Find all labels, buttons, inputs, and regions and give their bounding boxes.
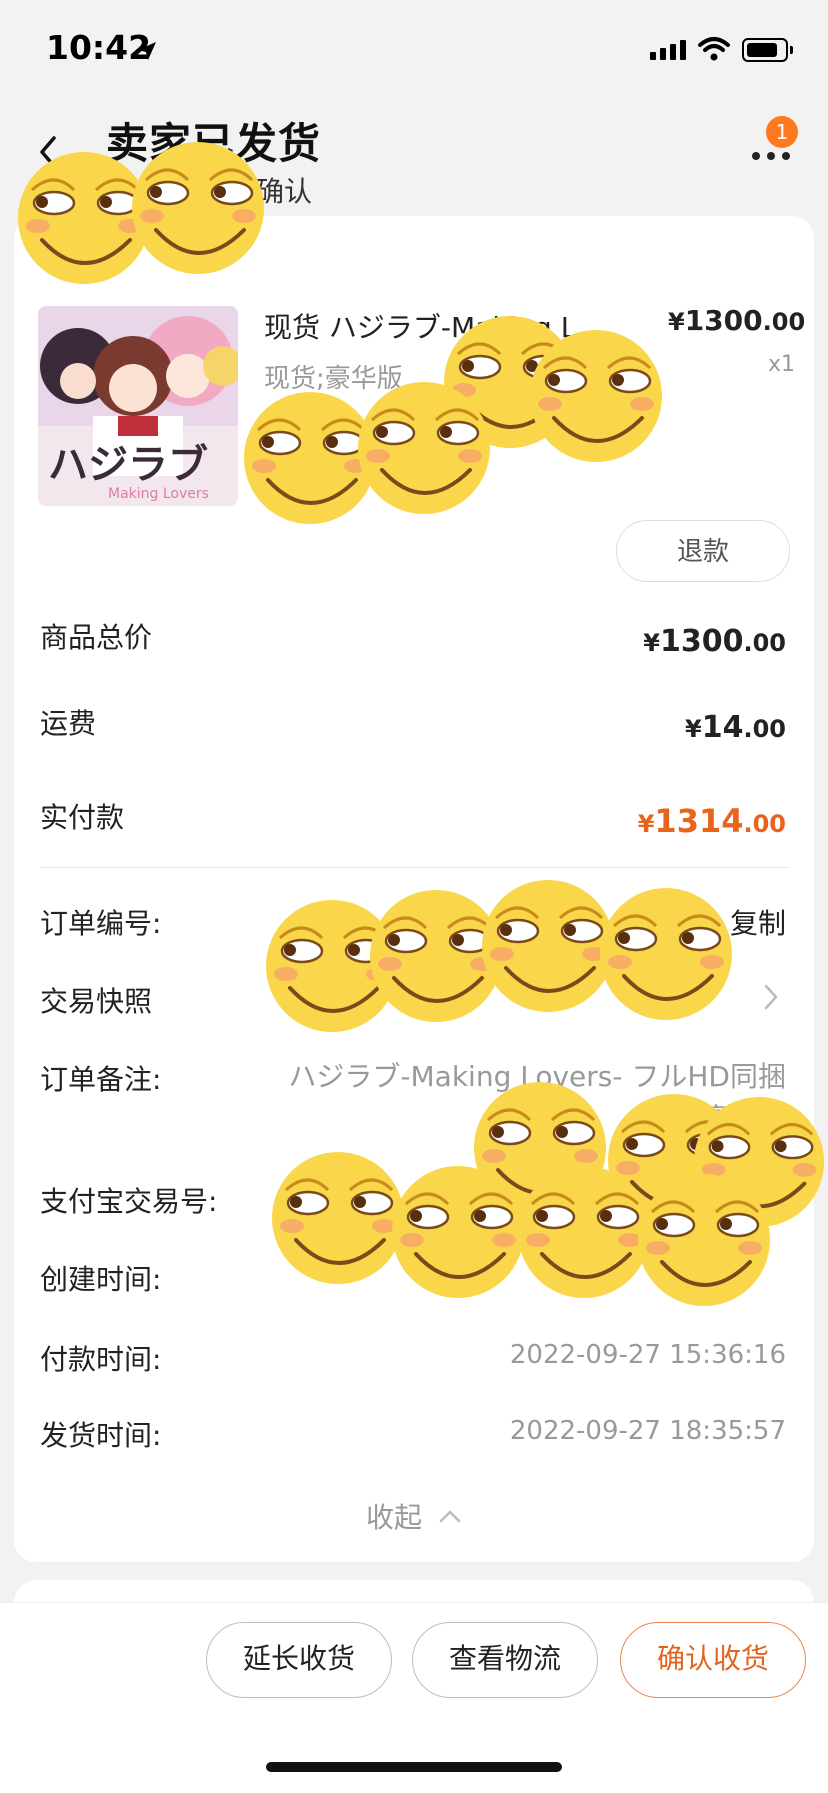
product-quantity: x1	[768, 352, 796, 377]
home-indicator	[266, 1762, 562, 1772]
refund-button[interactable]: 退款	[616, 520, 790, 582]
confirm-receipt-button[interactable]: 确认收货	[620, 1622, 806, 1698]
svg-text:ハジラブ: ハジラブ	[48, 442, 208, 488]
shipping-amount: ¥14.00	[685, 710, 786, 745]
divider	[40, 867, 788, 868]
signal-icon	[650, 40, 686, 60]
extend-receipt-button[interactable]: 延长收货	[206, 1622, 392, 1698]
currency-symbol: ¥	[685, 715, 702, 743]
collapse-button[interactable]: 收起	[366, 1496, 422, 1536]
view-logistics-button[interactable]: 查看物流	[412, 1622, 598, 1698]
product-thumbnail[interactable]: ハジラブ Making Lovers	[38, 306, 238, 506]
shipping-label: 运费	[40, 707, 97, 740]
sticker-emoji	[636, 1172, 772, 1308]
chevron-right-icon[interactable]	[762, 982, 780, 1012]
amount-integer: 1314	[654, 802, 744, 840]
paid-amount: ¥1314.00	[638, 802, 786, 840]
paid-time-value: 2022-09-27 15:36:16	[509, 1340, 786, 1370]
notification-badge: 1	[766, 116, 798, 148]
order-number-label: 订单编号:	[40, 907, 162, 940]
currency-symbol: ¥	[643, 629, 660, 657]
price-decimal: .00	[762, 308, 806, 336]
goods-total-label: 商品总价	[40, 621, 153, 654]
sticker-emoji	[270, 1150, 406, 1286]
goods-total-amount: ¥1300.00	[643, 624, 786, 659]
order-note-label: 订单备注:	[40, 1063, 162, 1096]
price-symbol: ¥	[668, 308, 685, 336]
amount-decimal: .00	[743, 810, 786, 838]
paid-time-label: 付款时间:	[40, 1343, 162, 1376]
price-integer: 1300	[684, 304, 763, 337]
amount-integer: 1300	[659, 624, 744, 659]
sticker-emoji	[390, 1164, 526, 1300]
more-icon[interactable]	[752, 152, 790, 160]
amount-decimal: .00	[743, 629, 786, 657]
sticker-emoji	[528, 328, 664, 464]
paid-label: 实付款	[40, 801, 125, 834]
chevron-up-icon[interactable]	[438, 1508, 462, 1524]
product-price: ¥1300.00	[668, 304, 805, 337]
amount-integer: 14	[701, 710, 744, 745]
location-arrow-icon	[138, 42, 156, 60]
amount-decimal: .00	[743, 715, 786, 743]
currency-symbol: ¥	[637, 810, 655, 838]
sticker-emoji	[356, 380, 492, 516]
shipped-time-value: 2022-09-27 18:35:57	[509, 1416, 786, 1446]
copy-order-number-button[interactable]: 复制	[730, 902, 786, 942]
sticker-emoji	[130, 140, 266, 276]
alipay-trade-no-label: 支付宝交易号:	[40, 1185, 218, 1218]
sticker-emoji	[598, 886, 734, 1022]
wifi-icon	[698, 37, 730, 61]
battery-icon	[742, 38, 793, 62]
snapshot-label[interactable]: 交易快照	[40, 980, 152, 1020]
svg-text:Making Lovers: Making Lovers	[108, 486, 209, 502]
sticker-emoji	[516, 1164, 652, 1300]
created-time-label: 创建时间:	[40, 1263, 162, 1296]
shipped-time-label: 发货时间:	[40, 1419, 162, 1452]
